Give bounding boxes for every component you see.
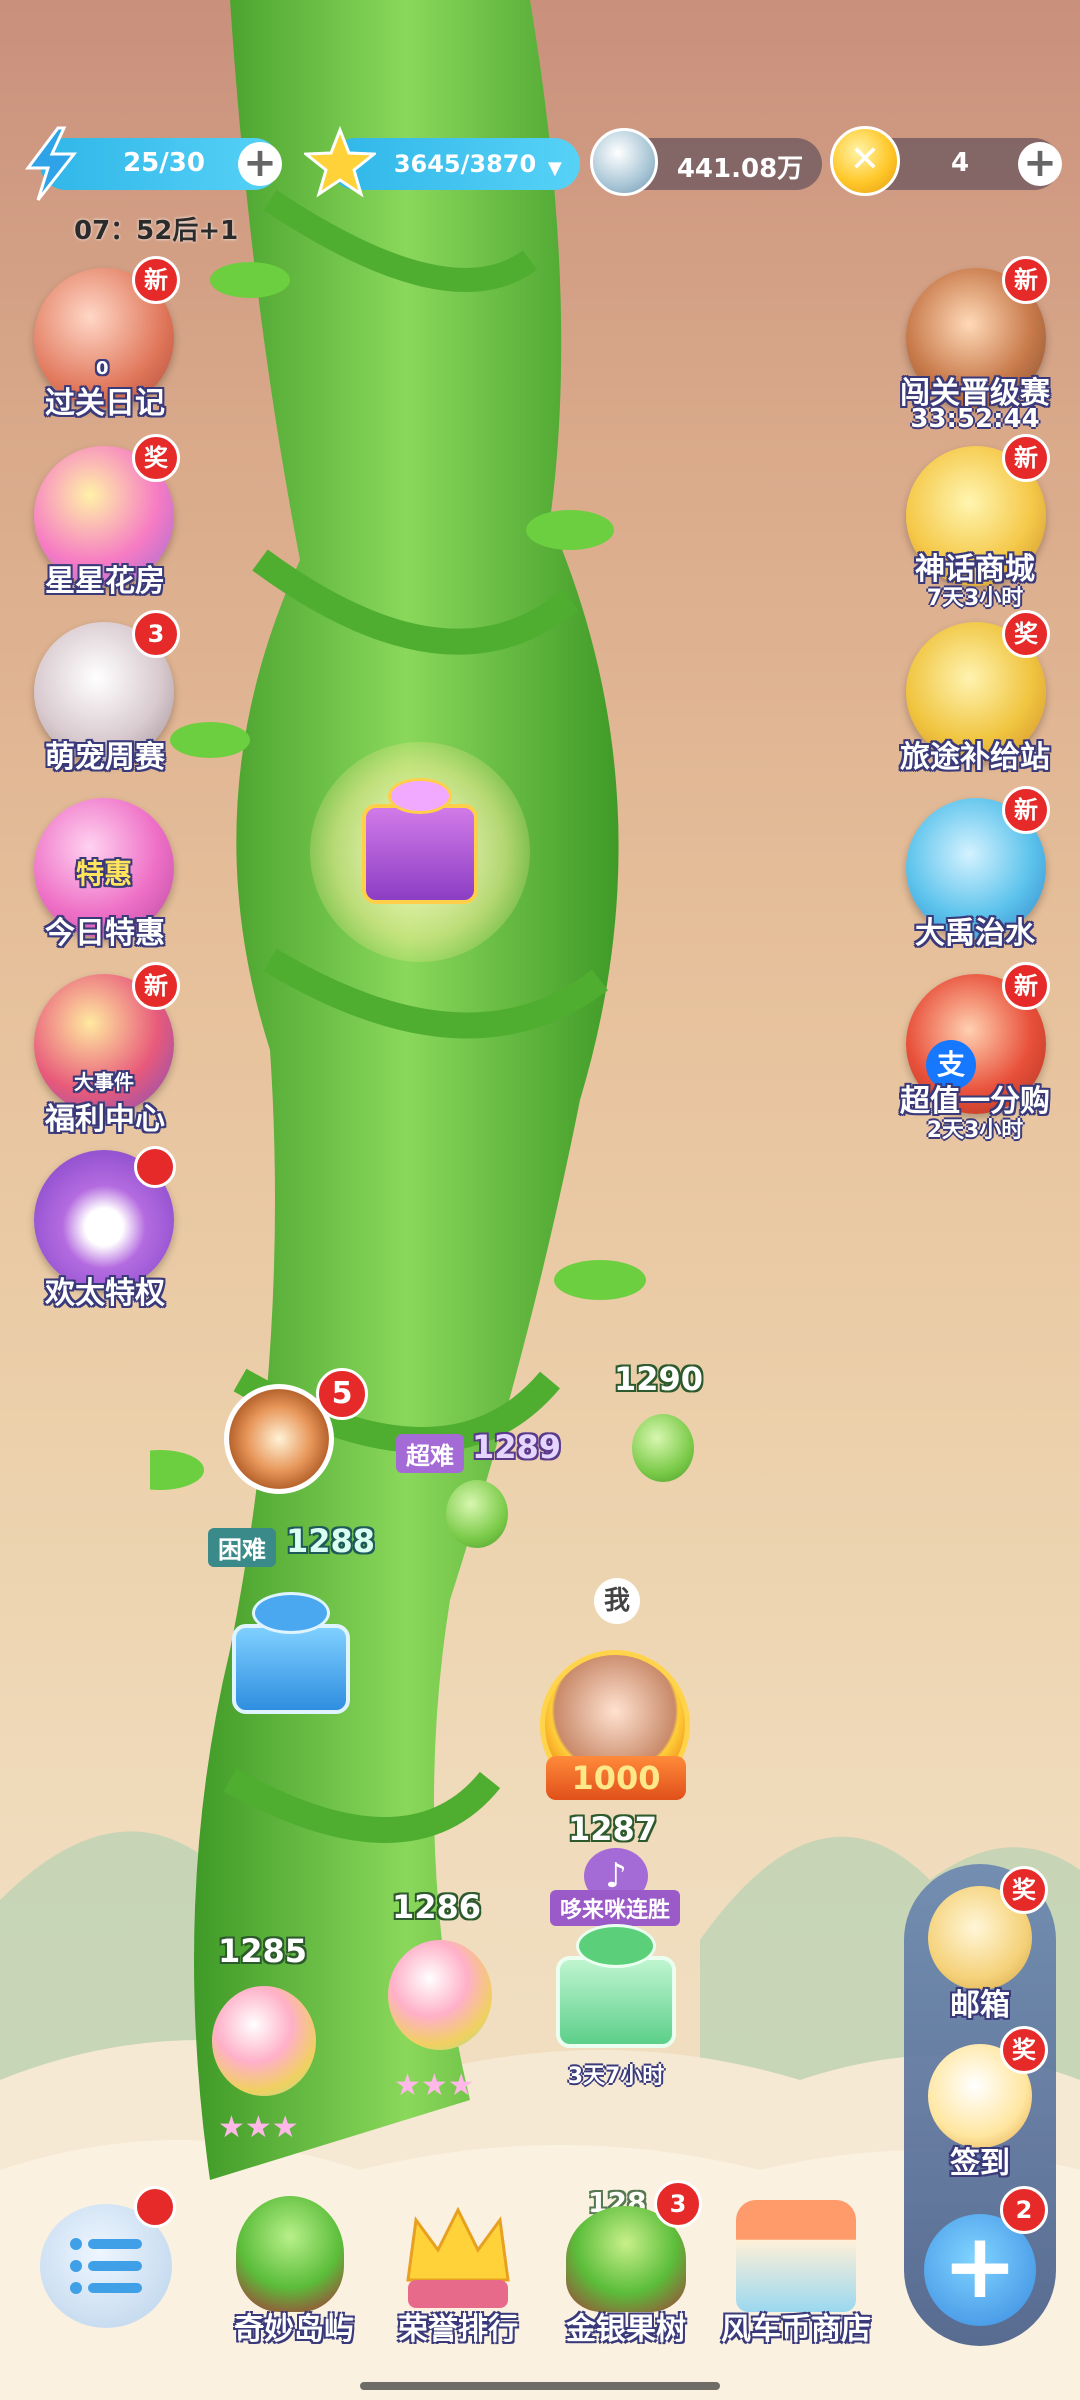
level-1286-stars: ★★★ [394, 2068, 475, 2103]
deal-inner-text: 特惠 [75, 857, 132, 890]
energy-value: 25/30 [123, 148, 205, 178]
new-badge: 新 [132, 256, 180, 304]
home-indicator[interactable] [360, 2382, 720, 2390]
right-item-label: 大禹治水 [915, 916, 1035, 951]
level-1285-node[interactable] [212, 1986, 316, 2096]
left-item-label: 萌宠周赛 [45, 740, 165, 775]
level-1290-node[interactable] [632, 1414, 694, 1482]
side-panel-label: 签到 [950, 2146, 1010, 2181]
level-1287-number: 1287 [568, 1810, 658, 1848]
left-item-label: 今日特惠 [45, 916, 165, 951]
level-1288-number: 1288 [286, 1522, 376, 1560]
menu-list-icon [68, 2234, 144, 2298]
blue-gift-icon [232, 1624, 350, 1714]
menu-dot-badge [134, 2186, 176, 2228]
level-1288-blue-gift[interactable] [226, 1592, 356, 1716]
right-item-label: 旅途补给站 [900, 740, 1050, 775]
player-marker: 我 [594, 1578, 640, 1624]
new-badge: 新 [1002, 786, 1050, 834]
level-1285-number: 1285 [218, 1932, 308, 1970]
island-icon [236, 2196, 344, 2312]
new-badge: 新 [1002, 434, 1050, 482]
windmill-shop-icon [736, 2200, 856, 2312]
event-timer: 3天7小时 [567, 2064, 665, 2089]
lightning-icon [20, 126, 80, 202]
side-panel-label: 邮箱 [950, 1988, 1010, 2023]
new-badge: 新 [1002, 962, 1050, 1010]
nav-label: 荣誉排行 [398, 2312, 518, 2347]
reward-badge: 奖 [1002, 610, 1050, 658]
gold-value: 4 [950, 148, 970, 178]
new-badge: 新 [132, 962, 180, 1010]
count-badge: 2 [1000, 2186, 1048, 2234]
level-1286-node[interactable] [388, 1940, 492, 2050]
event-inner-text: 大事件 [74, 1070, 134, 1094]
right-item-timer: 7天3小时 [926, 586, 1024, 611]
new-badge: 新 [1002, 256, 1050, 304]
dot-badge [134, 1146, 176, 1188]
add-energy-button[interactable]: + [238, 142, 282, 186]
stars-value: 3645/3870 [393, 150, 537, 178]
reward-badge: 奖 [132, 434, 180, 482]
nav-label: 奇妙岛屿 [234, 2312, 354, 2347]
reward-badge: 奖 [1000, 2026, 1048, 2074]
energy-timer: 07：52后+1 [74, 216, 239, 246]
level-1289-number: 1289 [472, 1428, 562, 1466]
counter-text: 0 [96, 358, 109, 379]
count-badge: 3 [654, 2180, 702, 2228]
add-gold-button[interactable]: + [1018, 142, 1062, 186]
crown-icon [398, 2200, 518, 2312]
wheel-count-badge: 5 [316, 1368, 368, 1420]
count-badge: 3 [132, 610, 180, 658]
gift-bow [576, 1924, 656, 1968]
left-item-label: 欢太特权 [45, 1276, 165, 1311]
level-1288-difficulty-tag: 困难 [208, 1528, 276, 1567]
silver-coin-icon [590, 128, 658, 196]
left-item-label: 过关日记 [45, 386, 165, 421]
level-1286-number: 1286 [392, 1888, 482, 1926]
gold-coin-icon: ✕ [830, 126, 900, 196]
gift-bow [252, 1592, 330, 1634]
left-item-label: 福利中心 [45, 1102, 165, 1137]
level-1290-number: 1290 [614, 1360, 704, 1398]
nav-label: 风车币商店 [721, 2312, 871, 2347]
stars-dropdown-icon[interactable]: ▼ [548, 158, 562, 179]
left-item-label: 星星花房 [45, 564, 165, 599]
level-1287-green-gift[interactable] [548, 1920, 684, 2050]
reward-badge: 奖 [1000, 1866, 1048, 1914]
right-item-timer: 33:52:44 [910, 404, 1040, 434]
green-gift-icon [556, 1956, 676, 2048]
purple-gift-icon [362, 804, 478, 904]
gift-bow [388, 778, 452, 814]
level-1285-stars: ★★★ [218, 2110, 299, 2145]
game-scene: 25/30 + 07：52后+1 3645/3870 ▼ 441.08万 ✕ 4… [0, 0, 1080, 2400]
player-score-ribbon: 1000 [546, 1756, 686, 1800]
level-1289-difficulty-tag: 超难 [396, 1434, 464, 1473]
nav-label: 金银果树 [566, 2312, 686, 2347]
gift-bubble[interactable] [310, 742, 530, 962]
right-item-timer: 2天3小时 [926, 1118, 1024, 1143]
level-1289-node[interactable] [446, 1480, 508, 1548]
silver-value: 441.08万 [676, 154, 804, 184]
star-icon [301, 125, 379, 198]
